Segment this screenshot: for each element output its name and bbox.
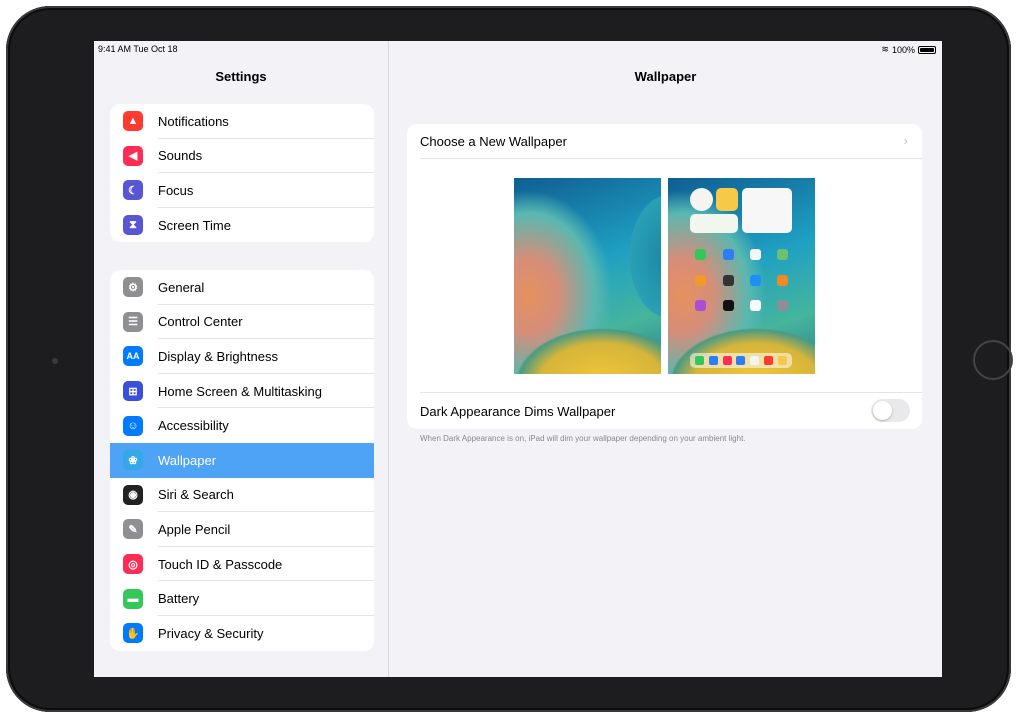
screen: 9:41 AM Tue Oct 18 ≋ 100% Settings ▲ Noti… <box>94 41 942 677</box>
notes-widget <box>716 188 738 211</box>
dark-appearance-row: Dark Appearance Dims Wallpaper <box>407 393 922 429</box>
dock <box>690 353 792 368</box>
divider <box>420 158 922 159</box>
battery-icon: ▬ <box>123 588 143 609</box>
dark-appearance-toggle[interactable] <box>871 399 910 422</box>
settings-group-2: ⚙ General ☰ Control Center AA Display & Brigh… <box>110 270 374 651</box>
grid-icon: ⊞ <box>123 381 143 402</box>
lock-screen-preview[interactable] <box>514 178 661 374</box>
sidebar-item-battery[interactable]: ▬ Battery <box>110 581 374 616</box>
maps-app-icon <box>777 249 788 260</box>
sidebar-item-label: Accessibility <box>158 418 229 434</box>
flower-icon: ❀ <box>123 450 143 471</box>
sidebar-item-label: General <box>158 279 205 295</box>
sidebar-item-apple-pencil[interactable]: ✎ Apple Pencil <box>110 512 374 547</box>
settings-group-1: ▲ Notifications ◀ Sounds ☾ Focus ⧗ Screen Time <box>110 104 374 243</box>
sidebar-item-wallpaper[interactable]: ❀ Wallpaper <box>110 442 374 478</box>
camera <box>52 358 58 364</box>
sidebar-item-accessibility[interactable]: ☺ Accessibility <box>110 408 374 443</box>
siri-icon: ◉ <box>123 484 143 505</box>
sidebar-title: Settings <box>215 69 267 84</box>
display-icon: AA <box>123 346 143 367</box>
choose-wallpaper-row[interactable]: Choose a New Wallpaper › <box>407 124 922 159</box>
podcasts-app-icon <box>695 300 706 311</box>
camera-app-icon <box>723 275 734 286</box>
sidebar-item-label: Apple Pencil <box>158 521 231 537</box>
battery-percent: 100% <box>891 44 915 55</box>
footnote: When Dark Appearance is on, iPad will di… <box>420 434 746 443</box>
news-app-icon <box>750 300 761 311</box>
chevron-right-icon: › <box>903 133 908 148</box>
detail-pane: Wallpaper Choose a New Wallpaper › Dark … <box>389 41 942 677</box>
moon-icon: ☾ <box>123 180 143 201</box>
accessibility-icon: ☺ <box>123 415 143 436</box>
sidebar-item-touch-id-passcode[interactable]: ◎ Touch ID & Passcode <box>110 547 374 582</box>
sidebar-item-focus[interactable]: ☾ Focus <box>110 173 374 208</box>
sidebar-item-label: Screen Time <box>158 217 231 233</box>
toggle-knob <box>873 401 892 420</box>
sidebar-item-control-center[interactable]: ☰ Control Center <box>110 305 374 340</box>
sidebar-item-label: Privacy & Security <box>158 625 264 641</box>
sidebar-item-notifications[interactable]: ▲ Notifications <box>110 104 374 139</box>
battery-icon <box>918 45 936 54</box>
reminders-widget <box>742 188 792 233</box>
status-time: 9:41 AM Tue Oct 18 <box>98 44 178 54</box>
sidebar-item-label: Home Screen & Multitasking <box>158 383 323 399</box>
books-app-icon <box>777 275 788 286</box>
sidebar: Settings ▲ Notifications ◀ Sounds ☾ Focus ⧗ Scr… <box>94 41 389 677</box>
wallpaper-card: Choose a New Wallpaper › Dark Appearance… <box>407 124 922 429</box>
sidebar-item-general[interactable]: ⚙ General <box>110 270 374 305</box>
hourglass-icon: ⧗ <box>123 215 143 236</box>
sidebar-item-label: Control Center <box>158 314 243 330</box>
sidebar-item-label: Display & Brightness <box>158 348 278 364</box>
page-title: Wallpaper <box>634 69 697 84</box>
tv-app-icon <box>723 300 734 311</box>
home-screen-preview[interactable] <box>668 178 815 374</box>
switches-icon: ☰ <box>123 311 143 332</box>
sidebar-item-siri-search[interactable]: ◉ Siri & Search <box>110 478 374 513</box>
sidebar-item-label: Notifications <box>158 113 229 129</box>
dark-appearance-label: Dark Appearance Dims Wallpaper <box>420 403 616 419</box>
calendar-widget <box>690 214 738 233</box>
mail-app-icon <box>723 249 734 260</box>
home-button[interactable] <box>973 340 1013 380</box>
sidebar-item-label: Touch ID & Passcode <box>158 556 283 572</box>
wifi-icon: ≋ <box>881 44 889 54</box>
status-bar: 9:41 AM Tue Oct 18 ≋ 100% <box>94 41 942 57</box>
sidebar-item-home-screen-multitasking[interactable]: ⊞ Home Screen & Multitasking <box>110 374 374 409</box>
sidebar-item-label: Battery <box>158 591 200 607</box>
clock-widget <box>690 188 713 211</box>
sidebar-item-label: Wallpaper <box>158 452 217 468</box>
sidebar-item-label: Siri & Search <box>158 487 234 503</box>
photos-app-icon <box>750 249 761 260</box>
sidebar-item-display-brightness[interactable]: AA Display & Brightness <box>110 339 374 374</box>
sidebar-item-label: Focus <box>158 182 194 198</box>
sidebar-item-screen-time[interactable]: ⧗ Screen Time <box>110 208 374 243</box>
facetime-app-icon <box>695 249 706 260</box>
appstore-app-icon <box>750 275 761 286</box>
hand-icon: ✋ <box>123 623 143 644</box>
pencil-icon: ✎ <box>123 519 143 540</box>
sidebar-item-privacy-security[interactable]: ✋ Privacy & Security <box>110 616 374 651</box>
settings-app-icon <box>777 300 788 311</box>
bell-icon: ▲ <box>123 111 143 132</box>
sidebar-item-sounds[interactable]: ◀ Sounds <box>110 139 374 174</box>
contacts-app-icon <box>695 275 706 286</box>
speaker-icon: ◀ <box>123 145 143 166</box>
fingerprint-icon: ◎ <box>123 554 143 575</box>
sidebar-item-label: Sounds <box>158 148 203 164</box>
status-right: ≋ 100% <box>881 44 936 55</box>
gear-icon: ⚙ <box>123 277 143 298</box>
choose-wallpaper-label: Choose a New Wallpaper <box>420 134 567 149</box>
